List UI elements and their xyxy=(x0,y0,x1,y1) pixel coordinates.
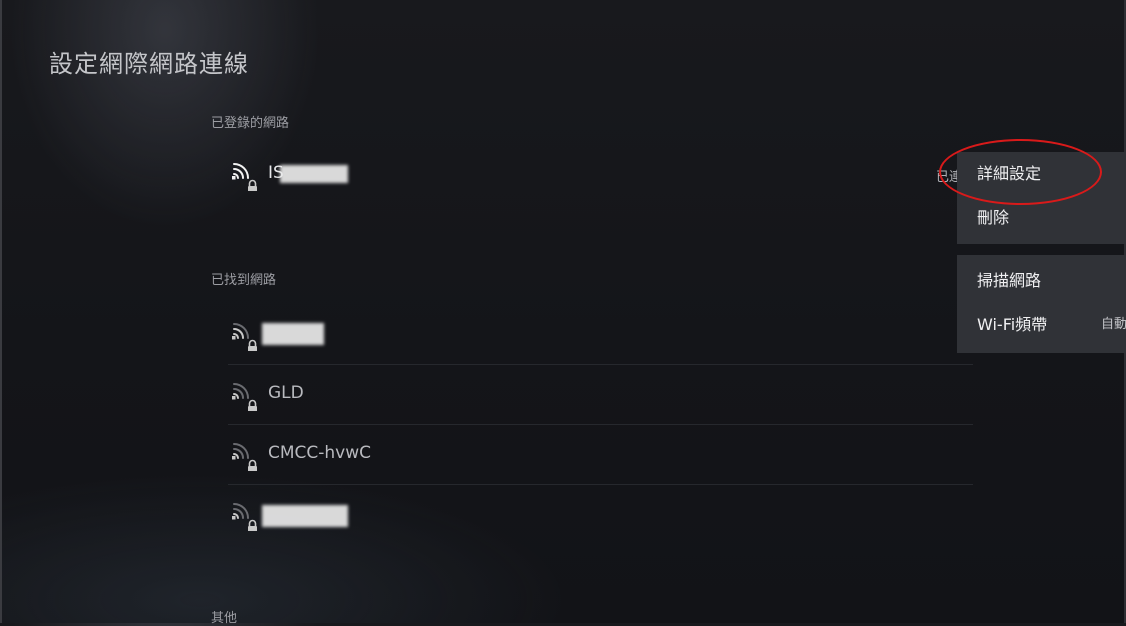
wifi-signal-icon xyxy=(228,499,262,531)
wifi-signal-icon xyxy=(228,319,262,351)
redaction-mask xyxy=(280,165,348,183)
wifi-signal-icon xyxy=(228,439,262,471)
section-label-other: 其他 xyxy=(211,611,238,626)
annotation-highlight-ellipse xyxy=(939,139,1102,205)
found-network-row[interactable] xyxy=(228,485,973,545)
lock-icon xyxy=(248,459,257,471)
lock-icon xyxy=(248,519,257,531)
found-network-row[interactable]: GLD xyxy=(228,365,973,425)
page-title: 設定網際網路連線 xyxy=(49,50,249,78)
menu-item-scan[interactable]: 掃描網路 xyxy=(957,259,1126,303)
menu-item-label: 掃描網路 xyxy=(977,271,1042,290)
wifi-band-value: 自動 xyxy=(1101,317,1126,332)
network-name: GLD xyxy=(268,383,304,403)
wifi-signal-icon xyxy=(228,379,262,411)
menu-item-label: 刪除 xyxy=(977,208,1010,227)
screen-edge-left xyxy=(0,0,2,623)
registered-network-row[interactable]: IS xyxy=(228,145,973,205)
found-network-row[interactable]: CMCC-hvwC xyxy=(228,425,973,485)
redaction-mask xyxy=(262,505,348,527)
lock-icon xyxy=(248,339,257,351)
menu-item-label: Wi-Fi頻帶 xyxy=(977,315,1048,334)
found-network-row[interactable] xyxy=(228,305,973,365)
menu-item-wifi-band[interactable]: Wi-Fi頻帶 自動 xyxy=(957,303,1126,347)
redaction-mask xyxy=(262,323,324,345)
section-label-found: 已找到網路 xyxy=(211,273,277,288)
lock-icon xyxy=(248,399,257,411)
lock-icon xyxy=(248,179,257,191)
network-settings-menu: 掃描網路 Wi-Fi頻帶 自動 xyxy=(957,255,1126,353)
wifi-signal-icon xyxy=(228,159,262,191)
network-name: CMCC-hvwC xyxy=(268,443,372,463)
section-label-registered: 已登錄的網路 xyxy=(211,116,290,131)
